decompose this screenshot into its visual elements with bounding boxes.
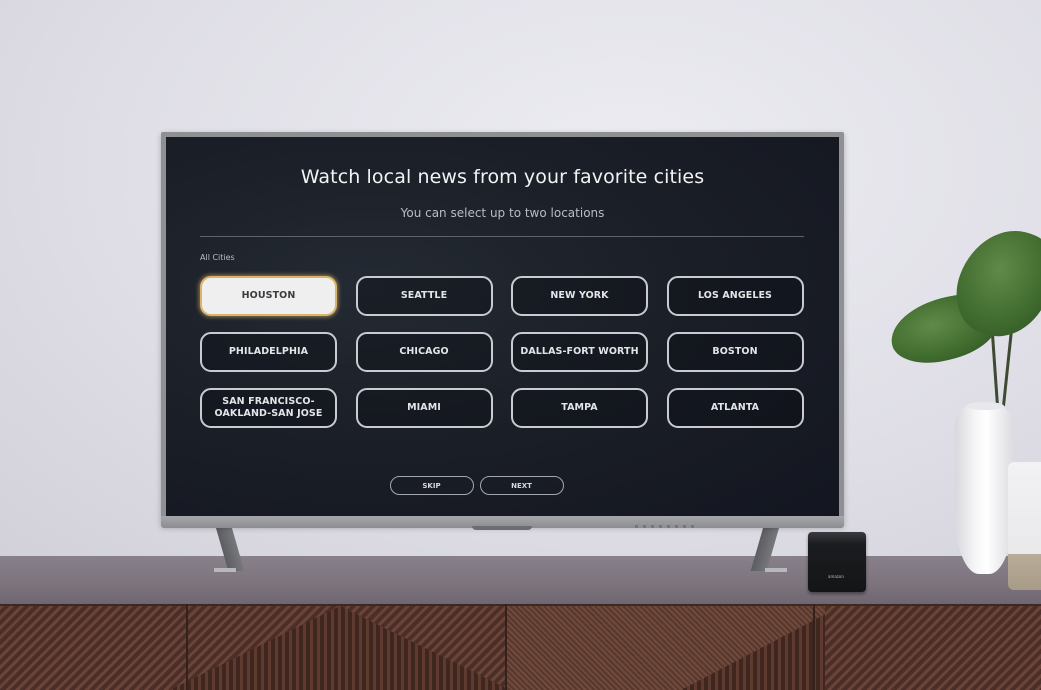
device-logo: amazon xyxy=(828,574,844,579)
city-grid: HOUSTON SEATTLE NEW YORK LOS ANGELES PHI… xyxy=(200,276,804,428)
skip-button[interactable]: SKIP xyxy=(389,476,474,495)
city-button-boston[interactable]: BOSTON xyxy=(666,332,804,372)
city-button-philadelphia[interactable]: PHILADELPHIA xyxy=(200,332,337,372)
city-button-houston[interactable]: HOUSTON xyxy=(200,276,337,316)
cabinet-seam xyxy=(813,604,815,690)
city-button-los-angeles[interactable]: LOS ANGELES xyxy=(666,276,804,316)
tv-indicator-lights xyxy=(635,525,697,528)
section-label: All Cities xyxy=(200,253,235,262)
action-bar: SKIP NEXT xyxy=(166,476,839,495)
next-button[interactable]: NEXT xyxy=(479,476,564,495)
fire-tv-cube-device: amazon xyxy=(808,532,866,592)
divider xyxy=(200,236,804,237)
tv-stand-foot-right xyxy=(765,568,787,572)
vase-opening xyxy=(966,402,1004,410)
city-button-dallas-fort-worth[interactable]: DALLAS-FORT WORTH xyxy=(511,332,648,372)
city-button-seattle[interactable]: SEATTLE xyxy=(355,276,493,316)
vase xyxy=(955,404,1013,574)
tv-stand-foot-left xyxy=(214,568,236,572)
city-button-tampa[interactable]: TAMPA xyxy=(511,388,648,428)
tv-screen: Watch local news from your favorite citi… xyxy=(166,137,839,516)
city-button-miami[interactable]: MIAMI xyxy=(355,388,493,428)
city-button-new-york[interactable]: NEW YORK xyxy=(511,276,648,316)
jar xyxy=(1008,462,1041,590)
page-subtitle: You can select up to two locations xyxy=(400,206,605,220)
city-button-san-francisco[interactable]: SAN FRANCISCO- OAKLAND-SAN JOSE xyxy=(200,388,337,428)
tv-logo-tab xyxy=(472,526,532,530)
cabinet-seam xyxy=(186,604,188,690)
tabletop xyxy=(0,556,1041,604)
cabinet-seam xyxy=(505,604,507,690)
city-button-chicago[interactable]: CHICAGO xyxy=(355,332,493,372)
page-title: Watch local news from your favorite citi… xyxy=(300,166,705,188)
city-button-atlanta[interactable]: ATLANTA xyxy=(666,388,804,428)
